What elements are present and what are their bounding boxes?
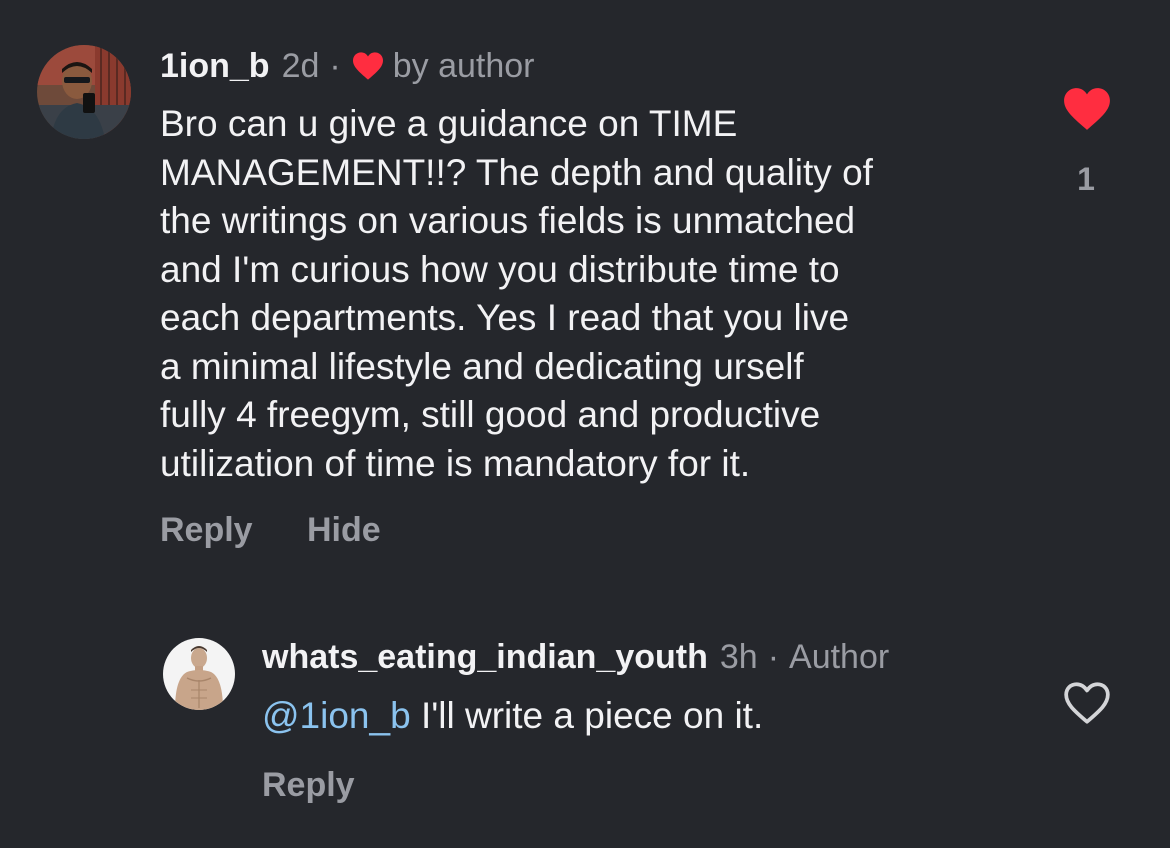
heart-outline-icon[interactable] xyxy=(1062,680,1112,731)
avatar-1ion_b[interactable] xyxy=(37,45,131,139)
liked-by-author-label: by author xyxy=(392,47,535,85)
comment-header: 1ion_b 2d · by author xyxy=(160,46,535,86)
author-badge: Author xyxy=(789,638,890,676)
small-heart-icon xyxy=(351,51,385,81)
reply-button[interactable]: Reply xyxy=(262,765,355,805)
avatar-whats_eating_indian_youth[interactable] xyxy=(163,638,235,710)
separator-dot: · xyxy=(767,638,780,676)
mention-link[interactable]: @1ion_b xyxy=(262,695,411,736)
username[interactable]: whats_eating_indian_youth xyxy=(262,637,708,677)
timestamp: 3h xyxy=(719,638,758,676)
comment-line: each departments. Yes I read that you li… xyxy=(160,297,850,338)
comment-line: a minimal lifestyle and dedicating ursel… xyxy=(160,345,804,387)
reply-button[interactable]: Reply xyxy=(160,510,253,550)
reply-header: whats_eating_indian_youth 3h · Author xyxy=(262,637,889,677)
comment-line: and I'm curious how you distribute time … xyxy=(160,248,840,290)
comment-body: Bro can u give a guidance on TIME MANAGE… xyxy=(160,100,1020,488)
heart-filled-icon[interactable] xyxy=(1062,86,1112,137)
separator-dot: · xyxy=(329,47,341,85)
like-count: 1 xyxy=(1077,161,1095,197)
username[interactable]: 1ion_b xyxy=(160,46,270,86)
comment-line: fully 4 freegym, still good and producti… xyxy=(160,394,821,435)
comment-line: MANAGEMENT!!? The depth and quality of xyxy=(160,151,873,193)
timestamp: 2d xyxy=(281,47,320,85)
reply-text: I'll write a piece on it. xyxy=(410,695,764,736)
comment-line: Bro can u give a guidance on TIME xyxy=(160,103,738,144)
reply-body: @1ion_b I'll write a piece on it. xyxy=(262,692,763,741)
comment-line: utilization of time is mandatory for it. xyxy=(160,442,751,484)
comment-line: the writings on various fields is unmatc… xyxy=(160,200,856,241)
hide-button[interactable]: Hide xyxy=(307,510,381,550)
